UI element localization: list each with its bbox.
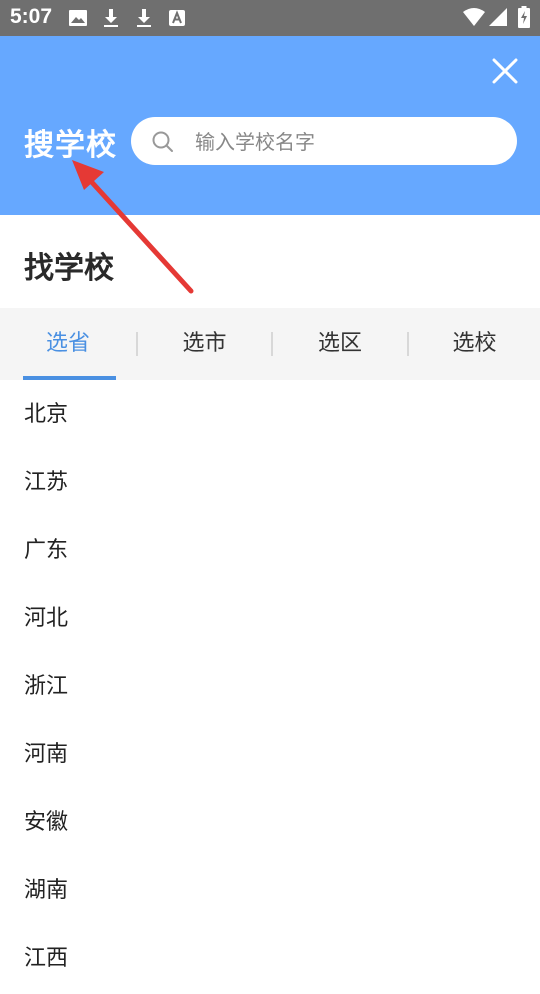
province-list: 北京 江苏 广东 河北 浙江 河南 安徽 湖南 江西 bbox=[0, 380, 540, 992]
province-item[interactable]: 广东 bbox=[0, 516, 540, 584]
tab-city[interactable]: 选市 bbox=[138, 308, 271, 380]
font-icon bbox=[167, 8, 187, 32]
battery-icon bbox=[518, 6, 530, 32]
province-item[interactable]: 江西 bbox=[0, 924, 540, 992]
tab-province[interactable]: 选省 bbox=[0, 308, 136, 380]
school-search-input[interactable] bbox=[193, 125, 497, 159]
search-icon bbox=[152, 131, 173, 152]
tab-school[interactable]: 选校 bbox=[409, 308, 540, 380]
close-button[interactable] bbox=[488, 54, 522, 88]
signal-icon bbox=[488, 7, 508, 31]
download-icon bbox=[134, 8, 154, 32]
section-title: 找学校 bbox=[24, 251, 114, 286]
status-time: 5:07 bbox=[10, 5, 53, 28]
wifi-icon bbox=[462, 7, 486, 31]
status-bar: 5:07 bbox=[0, 0, 540, 36]
close-icon bbox=[492, 58, 518, 84]
province-item[interactable]: 江苏 bbox=[0, 448, 540, 516]
download-icon bbox=[101, 8, 121, 32]
province-item[interactable]: 浙江 bbox=[0, 652, 540, 720]
search-header: 搜学校 bbox=[0, 36, 540, 215]
province-item[interactable]: 河南 bbox=[0, 720, 540, 788]
province-item[interactable]: 北京 bbox=[0, 380, 540, 448]
search-box[interactable] bbox=[131, 117, 517, 165]
image-icon bbox=[68, 8, 88, 32]
region-tabs: 选省 选市 选区 选校 bbox=[0, 308, 540, 380]
province-item[interactable]: 湖南 bbox=[0, 856, 540, 924]
province-item[interactable]: 安徽 bbox=[0, 788, 540, 856]
province-item[interactable]: 河北 bbox=[0, 584, 540, 652]
page-title: 搜学校 bbox=[24, 128, 117, 163]
tab-district[interactable]: 选区 bbox=[273, 308, 407, 380]
